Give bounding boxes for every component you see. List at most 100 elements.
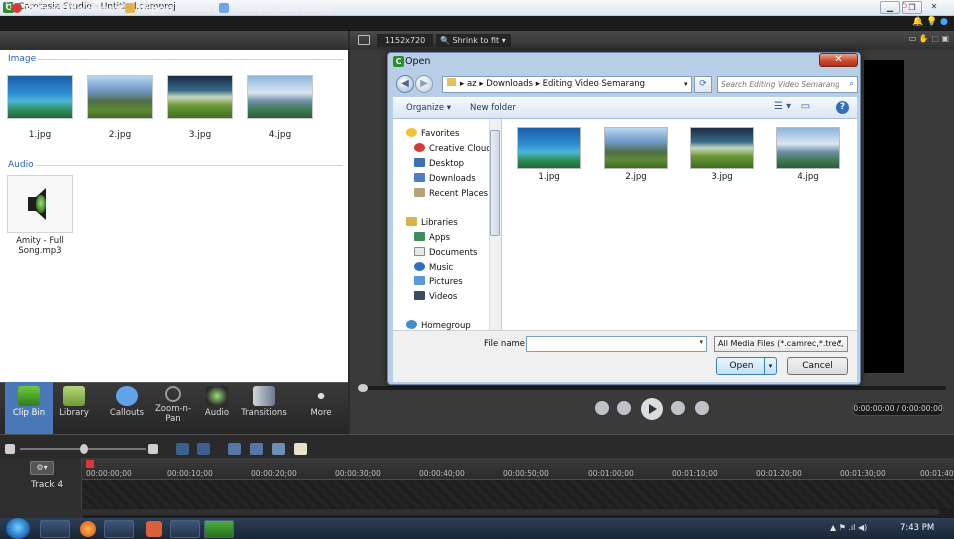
dialog-help-icon[interactable]: ? xyxy=(836,101,849,114)
homegroup-icon xyxy=(406,320,417,329)
back-arrow-icon[interactable]: ◀ xyxy=(396,75,414,93)
fast-forward-icon[interactable] xyxy=(671,401,685,415)
zoom-slider-handle[interactable] xyxy=(80,444,88,454)
windows-start-icon[interactable] xyxy=(6,518,30,539)
nav-downloads[interactable]: Downloads xyxy=(414,173,476,184)
file-name-input[interactable] xyxy=(529,338,689,350)
forward-arrow-icon[interactable]: ▶ xyxy=(415,75,433,93)
zoom-select[interactable]: 🔍 Shrink to fit ▾ xyxy=(436,34,511,47)
bell-icon[interactable]: 🔔 xyxy=(912,17,923,27)
preview-view-controls[interactable]: ▭ ✋ ⬚ ▣ xyxy=(875,34,949,47)
chrome-taskbar-icon[interactable] xyxy=(104,520,134,538)
clip-thumb-2[interactable] xyxy=(87,75,153,119)
playhead[interactable] xyxy=(86,460,94,468)
minimize-button[interactable]: ▁ xyxy=(880,1,900,14)
tab-audio[interactable]: Audio xyxy=(193,382,241,434)
nav-creative-cloud[interactable]: Creative Cloud F xyxy=(414,143,499,154)
help-icon[interactable]: ● xyxy=(940,17,948,27)
cut-icon[interactable] xyxy=(228,443,241,455)
camtasia-taskbar-icon[interactable] xyxy=(204,520,234,538)
timecode-display: 0:00:00:00 / 0:00:00:00 xyxy=(852,402,944,416)
nav-documents[interactable]: Documents xyxy=(414,247,477,258)
address-bar[interactable]: ▸ az ▸ Downloads ▸ Editing Video Semaran… xyxy=(442,76,692,93)
close-button[interactable]: ✕ xyxy=(924,1,944,14)
skip-forward-icon[interactable] xyxy=(695,401,709,415)
timeline-horizontal-scrollbar[interactable] xyxy=(10,509,940,515)
record-screen-button[interactable]: Record the screen ▾ xyxy=(12,3,130,15)
open-options-dropdown[interactable]: ▾ xyxy=(764,358,776,374)
timeline-toolbar xyxy=(0,434,954,458)
track-4-lane[interactable] xyxy=(82,480,954,508)
speaker-icon xyxy=(206,386,228,406)
notification-count[interactable]: 5 xyxy=(902,1,908,11)
nav-recent-places[interactable]: Recent Places xyxy=(414,188,488,199)
search-input[interactable] xyxy=(721,78,839,91)
nav-music[interactable]: Music xyxy=(414,262,453,273)
nav-apps[interactable]: Apps xyxy=(414,232,450,243)
split-icon[interactable] xyxy=(250,443,263,455)
explorer-taskbar-icon[interactable] xyxy=(40,520,70,538)
zoom-out-icon[interactable] xyxy=(5,444,15,454)
file-item-2[interactable] xyxy=(604,127,668,169)
taskbar-clock[interactable]: 7:43 PM xyxy=(900,523,934,533)
section-divider xyxy=(38,59,343,60)
audio-section-label: Audio xyxy=(8,160,34,170)
address-dropdown-icon[interactable]: ▾ xyxy=(684,80,688,88)
import-media-button[interactable]: Import media ▾ xyxy=(125,3,218,15)
chevron-down-icon[interactable]: ▾ xyxy=(699,338,703,346)
lightbulb-icon[interactable]: 💡 xyxy=(926,17,937,27)
videos-icon xyxy=(414,291,425,300)
tab-more[interactable]: More xyxy=(297,382,345,434)
paste-icon[interactable] xyxy=(294,443,307,455)
file-item-3[interactable] xyxy=(690,127,754,169)
clip-thumb-4[interactable] xyxy=(247,75,313,119)
tab-callouts[interactable]: Callouts xyxy=(103,382,151,434)
system-tray-icons[interactable]: ▲ ⚑ .ıl ◀) xyxy=(830,523,867,532)
rewind-icon[interactable] xyxy=(617,401,631,415)
track-settings-gear-icon[interactable]: ⚙▾ xyxy=(30,461,54,475)
file-name-box[interactable]: ▾ xyxy=(526,336,707,352)
redo-icon[interactable] xyxy=(197,443,210,455)
refresh-icon[interactable]: ⟳ xyxy=(694,76,712,93)
nav-libraries[interactable]: Libraries xyxy=(406,217,458,228)
canvas-size-icon[interactable] xyxy=(358,35,370,45)
scrub-handle[interactable] xyxy=(358,384,368,392)
word-taskbar-icon[interactable] xyxy=(170,520,200,538)
nav-videos[interactable]: Videos xyxy=(414,291,457,302)
dialog-close-button[interactable]: ✕ xyxy=(819,53,858,67)
canvas-dimensions[interactable]: 1152x720 xyxy=(377,34,433,47)
nav-desktop[interactable]: Desktop xyxy=(414,158,464,169)
audio-clip-tile[interactable] xyxy=(7,175,73,233)
play-button[interactable] xyxy=(641,398,663,420)
search-box[interactable]: ⌕ xyxy=(717,76,858,93)
cancel-button[interactable]: Cancel xyxy=(787,357,848,375)
preview-canvas[interactable] xyxy=(864,60,904,373)
main-toolbar xyxy=(0,31,348,50)
nav-scroll-thumb[interactable] xyxy=(490,130,500,236)
chevron-down-icon[interactable]: ▾ xyxy=(838,338,842,346)
undo-icon[interactable] xyxy=(176,443,189,455)
music-icon xyxy=(414,262,425,271)
nav-pictures[interactable]: Pictures xyxy=(414,276,463,287)
produce-share-button[interactable]: Produce and share ▾ xyxy=(219,3,340,15)
tab-clip-bin[interactable]: Clip Bin xyxy=(5,382,53,434)
file-item-4[interactable] xyxy=(776,127,840,169)
downloads-icon xyxy=(414,173,425,182)
app-taskbar-icon[interactable] xyxy=(146,521,162,537)
zoom-in-icon[interactable] xyxy=(148,444,158,454)
clip-thumb-3[interactable] xyxy=(167,75,233,119)
skip-back-icon[interactable] xyxy=(595,401,609,415)
organize-menu[interactable]: Organize ▾ xyxy=(406,103,451,113)
nav-favorites[interactable]: Favorites xyxy=(406,128,459,139)
preview-scrubber[interactable] xyxy=(358,386,946,390)
tab-transitions[interactable]: Transitions xyxy=(240,382,288,434)
view-options-icon[interactable]: ☰ ▾ ▭ xyxy=(774,101,810,112)
clip-thumb-1[interactable] xyxy=(7,75,73,119)
file-item-1[interactable] xyxy=(517,127,581,169)
file-type-filter[interactable]: All Media Files (*.camrec,*.trec, xyxy=(714,336,848,352)
tab-zoom-n-pan[interactable]: Zoom-n-Pan xyxy=(149,382,197,434)
tab-library[interactable]: Library xyxy=(50,382,98,434)
new-folder-button[interactable]: New folder xyxy=(470,103,516,113)
firefox-taskbar-icon[interactable] xyxy=(80,521,96,537)
copy-icon[interactable] xyxy=(272,443,285,455)
